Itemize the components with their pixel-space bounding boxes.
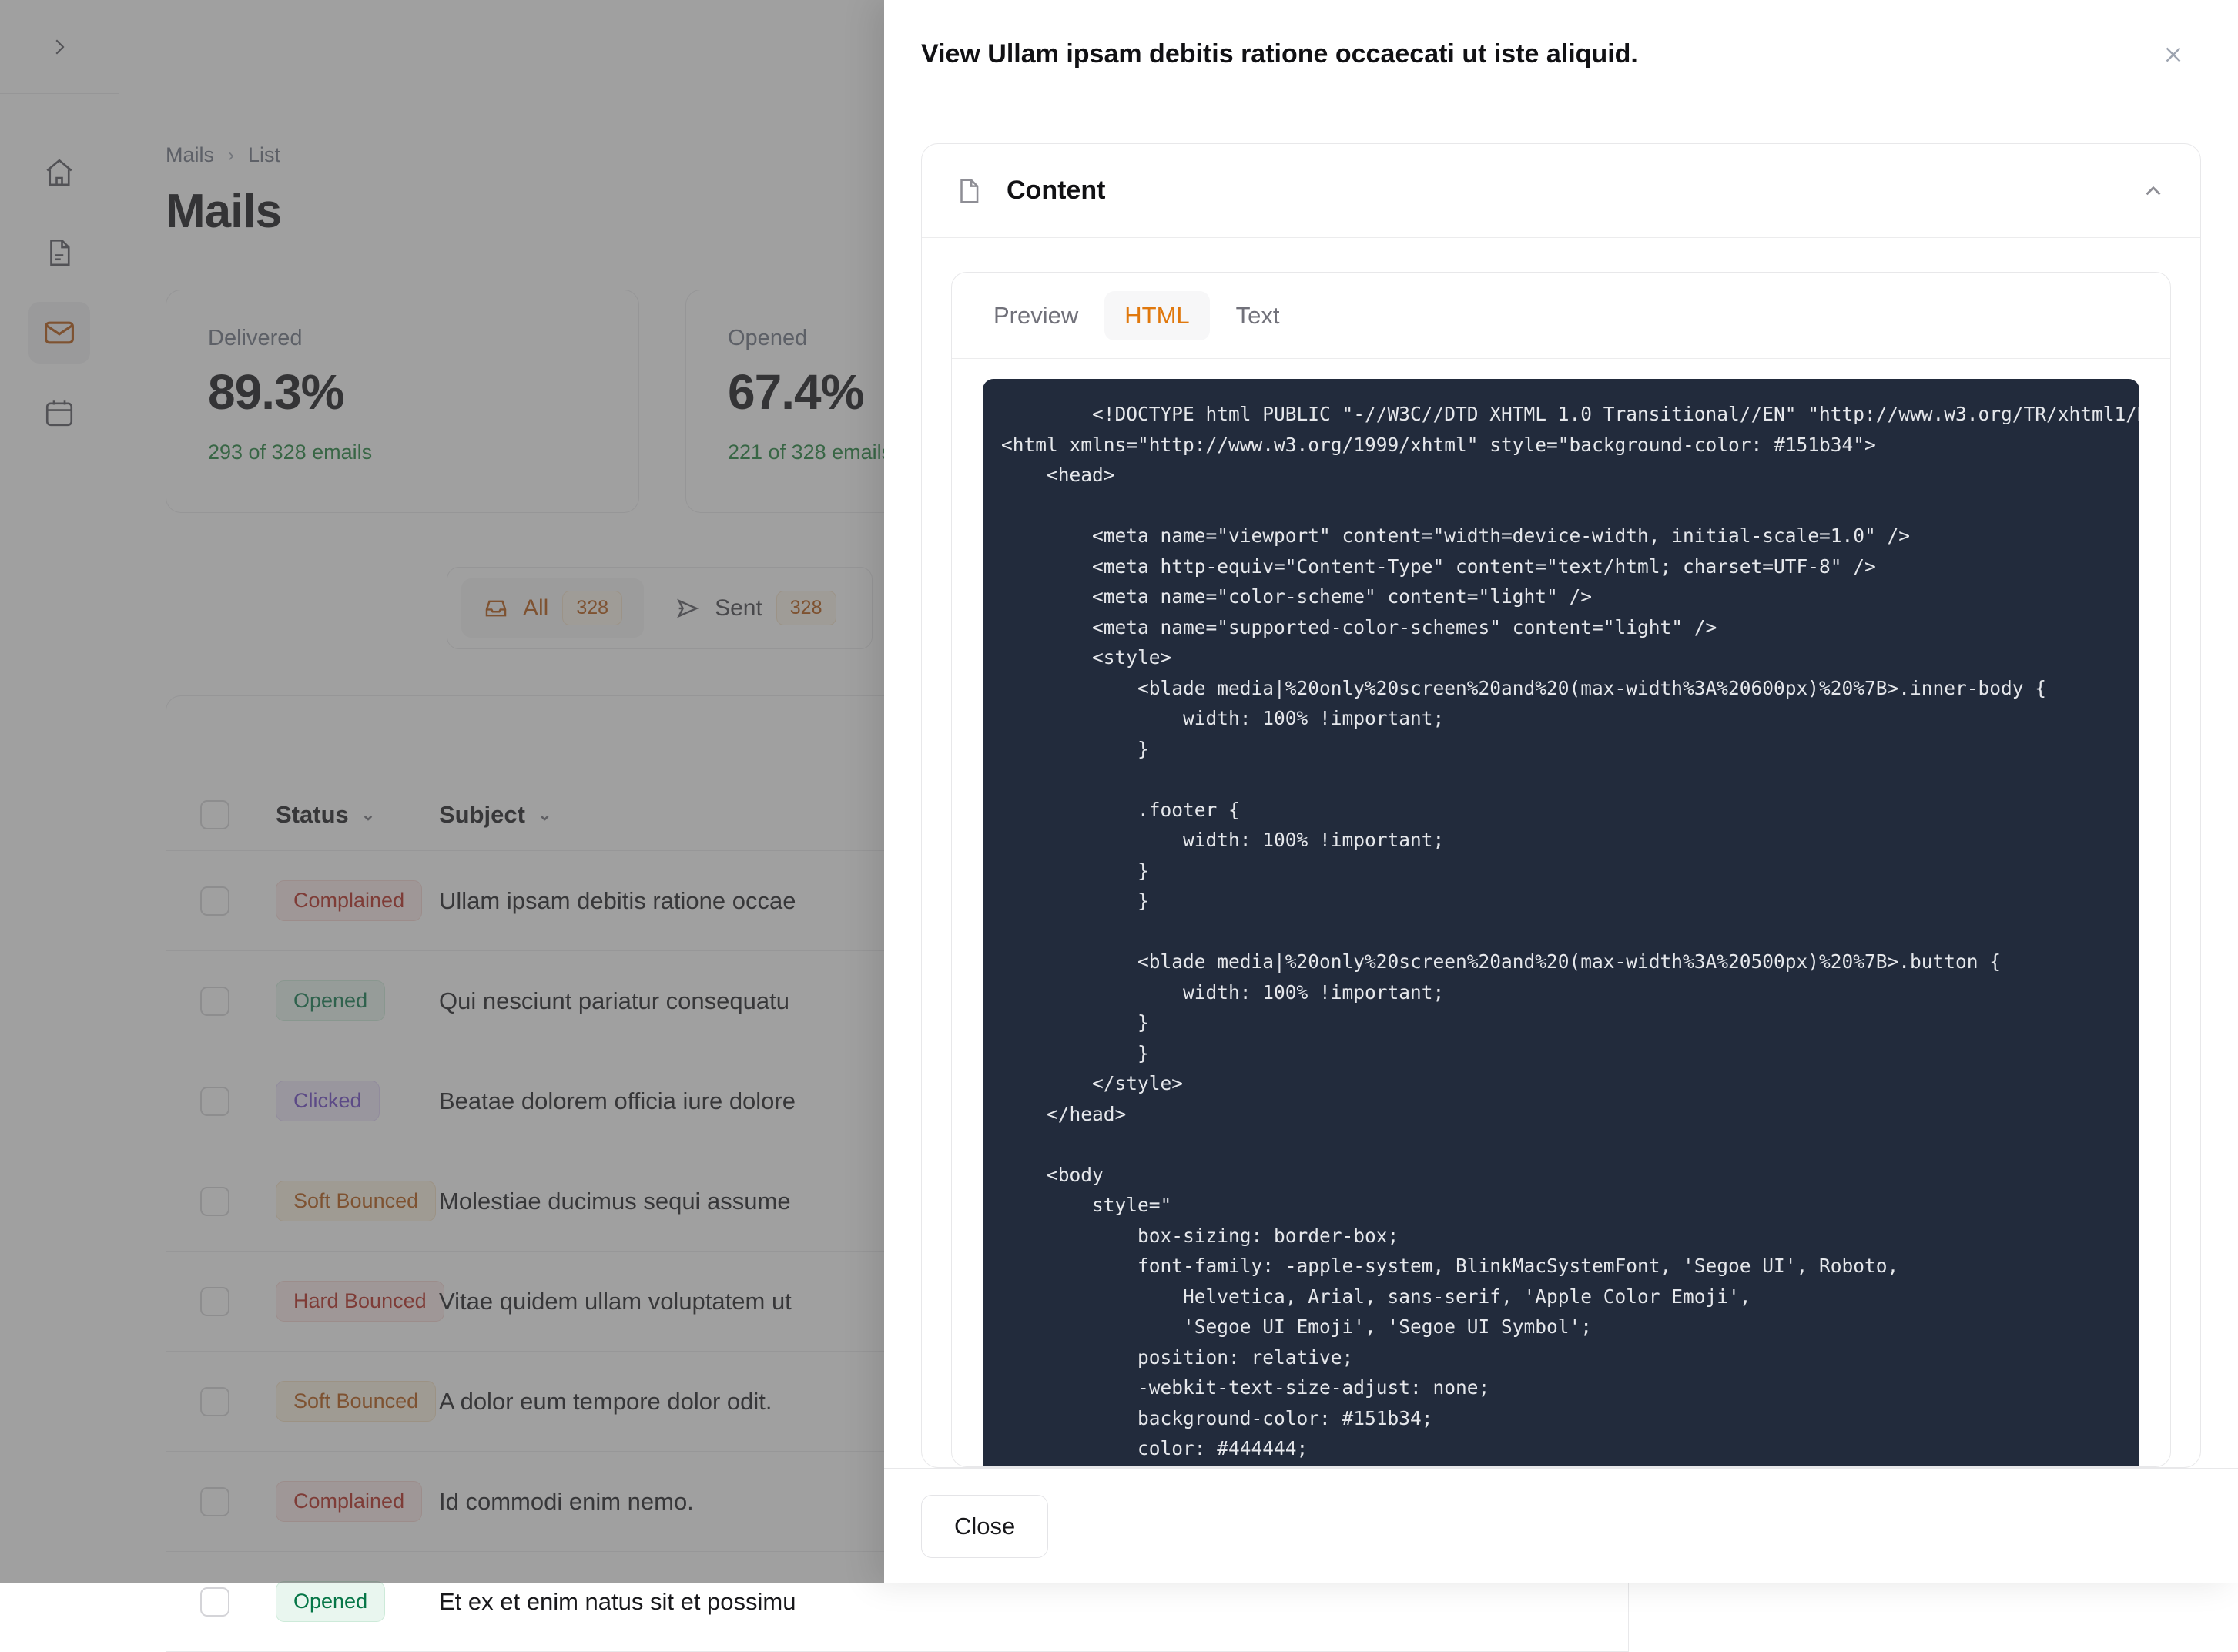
status-badge: Opened	[276, 1581, 385, 1622]
chevron-up-icon[interactable]	[2140, 178, 2166, 204]
html-source-code[interactable]: <!DOCTYPE html PUBLIC "-//W3C//DTD XHTML…	[983, 379, 2139, 1466]
content-card-body: Preview HTML Text <!DOCTYPE html PUBLIC …	[922, 238, 2200, 1467]
content-card-header[interactable]: Content	[922, 144, 2200, 238]
content-card-header-left: Content	[954, 176, 1105, 206]
tab-html[interactable]: HTML	[1104, 291, 1209, 340]
content-tabs: Preview HTML Text	[952, 273, 2170, 359]
content-card: Content Preview HTML Text <!DOCTYPE html…	[921, 143, 2201, 1468]
content-tabs-card: Preview HTML Text <!DOCTYPE html PUBLIC …	[951, 272, 2171, 1467]
row-subject: Et ex et enim natus sit et possimu	[439, 1588, 796, 1616]
close-icon	[2160, 42, 2186, 68]
view-mail-modal: View Ullam ipsam debitis ratione occaeca…	[884, 0, 2238, 1583]
modal-close-button[interactable]	[2152, 33, 2195, 76]
tab-text[interactable]: Text	[1216, 291, 1300, 340]
tab-preview[interactable]: Preview	[973, 291, 1098, 340]
modal-footer: Close	[884, 1468, 2238, 1583]
file-icon	[954, 176, 983, 206]
modal-body: Content Preview HTML Text <!DOCTYPE html…	[884, 109, 2238, 1468]
content-card-title: Content	[1007, 176, 1105, 206]
modal-title: View Ullam ipsam debitis ratione occaeca…	[921, 39, 1638, 69]
modal-header: View Ullam ipsam debitis ratione occaeca…	[884, 0, 2238, 109]
close-button[interactable]: Close	[921, 1495, 1048, 1558]
row-checkbox[interactable]	[200, 1587, 229, 1617]
row-select-cell	[200, 1587, 276, 1617]
row-status-cell: Opened	[276, 1581, 439, 1622]
code-viewport[interactable]: <!DOCTYPE html PUBLIC "-//W3C//DTD XHTML…	[952, 359, 2170, 1466]
